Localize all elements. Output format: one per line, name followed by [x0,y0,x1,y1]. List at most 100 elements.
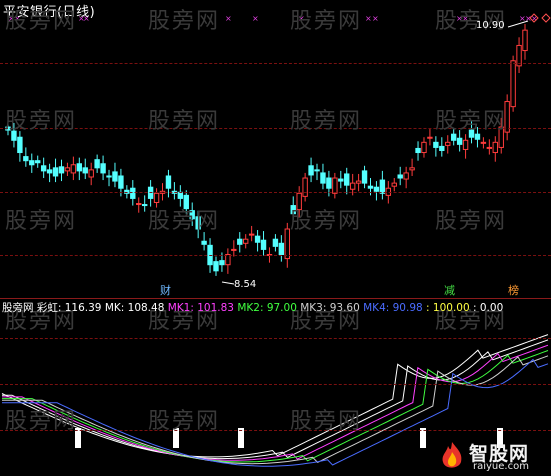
indicator-legend: 股旁网 彩虹: 116.39 MK: 108.48 MK1: 101.83 MK… [2,300,503,315]
candle-body [445,141,451,146]
candle-body [58,166,65,174]
grid-line [0,384,551,385]
candle-body [106,175,112,178]
candle-body [40,165,47,172]
candle-body [391,182,397,187]
watermark: 股旁网 [290,109,363,134]
candle-body [486,146,493,149]
candle-body [153,192,160,203]
candle-body [403,172,409,180]
indicator-mk2: MK2: 97.00 [237,302,297,314]
diamond-marker [541,13,551,23]
grid-line [0,338,551,339]
panel-divider [0,298,551,299]
candle-body [165,175,172,189]
candle-body [35,160,41,164]
candle-body [492,141,498,154]
candle-body [349,182,356,190]
signal-mark: × [252,14,259,23]
candle-body [480,141,487,144]
candle-body [308,165,314,176]
watermark: 股旁网 [148,9,221,34]
candle-body [88,169,94,178]
candle-body [373,186,380,192]
signal-bar [238,428,244,448]
tag-jian[interactable]: 减 [442,284,457,298]
grid-line [0,63,551,64]
grid-line [0,430,551,431]
candle-body [254,235,261,243]
signal-mark: × [365,14,372,23]
candle-body [225,254,231,266]
site-logo[interactable]: 智股网 raiyue.com [435,439,547,473]
candle-body [278,242,285,256]
signal-bar [420,428,426,448]
candle-body [427,136,433,139]
candle-body [70,164,77,174]
indicator-zero: : 0.00 [473,302,504,314]
candle-body [450,133,457,141]
price-high-label: 10.90 [476,20,505,31]
watermark: 股旁网 [148,409,221,434]
candle-body [112,171,118,182]
indicator-mk4: MK4: 90.98 [363,302,423,314]
watermark: 股旁网 [290,9,363,34]
candle-body [409,167,415,171]
watermark: 股旁网 [148,109,221,134]
candle-body [260,239,267,250]
low-leader [221,281,235,285]
candle-body [219,260,225,266]
candle-body [82,167,88,174]
candle-body [118,175,124,189]
candle-body [314,169,320,172]
watermark: 股旁网 [5,9,78,34]
candle-body [231,248,237,251]
candle-body [46,169,53,174]
candle-body [177,191,184,199]
candle-body [397,174,403,179]
price-low-label: 8.54 [234,279,257,290]
signal-mark: × [372,14,379,23]
candle-body [76,163,83,172]
candle-body [344,173,350,186]
candle-body [326,177,332,189]
indicator-main-value: : 116.39 [57,302,102,314]
indicator-mk3: MK3: 93.60 [300,302,360,314]
grid-line [0,192,551,193]
signal-mark: × [225,14,232,23]
chart-stage[interactable]: × × × × × × × × × × × × × × [0,0,551,476]
flame-icon [442,442,462,468]
watermark: 股旁网 [435,209,508,234]
tag-bang[interactable]: 榜 [506,284,521,298]
candle-body [302,177,308,197]
candle-body [237,238,243,245]
candle-body [52,167,59,177]
candle-body [23,156,29,162]
candle-body [141,204,148,207]
indicator-hundred: : 100.00 [426,302,470,314]
watermark: 股旁网 [5,409,78,434]
candle-body [272,238,279,247]
candle-body [130,187,136,199]
candle-body [94,159,100,169]
watermark: 股旁网 [5,209,78,234]
indicator-mk1: MK1: 101.83 [167,302,234,314]
indicator-name: 彩虹 [36,302,58,314]
candle-body [510,60,516,108]
candle-body [338,178,344,182]
grid-line [0,255,551,256]
candle-body [522,29,528,52]
candles [5,24,528,276]
candle-body [462,139,469,150]
watermark: 股旁网 [290,409,363,434]
candle-body [367,185,374,189]
candle-body [433,141,439,148]
candle-body [355,180,362,184]
candle-body [201,240,207,245]
indicator-mk: MK: 108.48 [104,302,165,314]
watermark: 股旁网 [5,109,78,134]
tag-cai[interactable]: 财 [158,284,173,298]
candle-body [320,172,326,184]
watermark: 股旁网 [435,109,508,134]
watermark: 股旁网 [148,209,221,234]
